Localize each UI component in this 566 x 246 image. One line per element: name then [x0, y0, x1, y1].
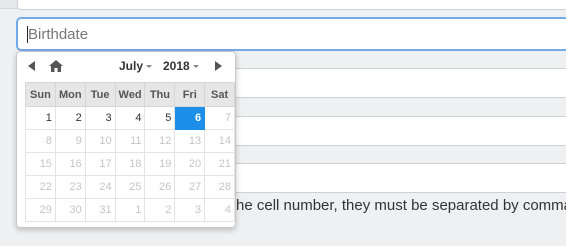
calendar-day[interactable]: 9 — [54, 129, 86, 153]
calendar-day[interactable]: 27 — [174, 175, 206, 199]
datepicker-popup: July 2018 Sun Mon Tue Wed Thu Fri Sat 12… — [16, 51, 236, 228]
calendar-day[interactable]: 19 — [144, 152, 176, 176]
calendar-day[interactable]: 4 — [204, 198, 235, 222]
chevron-down-icon — [146, 64, 153, 68]
month-select[interactable]: July — [119, 59, 153, 73]
birthdate-input[interactable] — [16, 17, 566, 51]
calendar-week-row: 22 23 24 25 26 27 28 — [25, 175, 235, 199]
calendar-day[interactable]: 1 — [25, 106, 56, 130]
arrow-right-icon[interactable] — [215, 61, 222, 71]
calendar-day[interactable]: 4 — [114, 106, 146, 130]
calendar-day[interactable]: 1 — [114, 198, 146, 222]
calendar-day[interactable]: 22 — [25, 175, 56, 199]
calendar-day[interactable]: 3 — [84, 106, 116, 130]
datepicker-header: July 2018 — [17, 52, 235, 80]
calendar-day[interactable]: 29 — [25, 198, 56, 222]
year-select[interactable]: 2018 — [163, 59, 199, 73]
previous-field[interactable] — [17, 0, 566, 10]
calendar-day[interactable]: 14 — [204, 129, 235, 153]
weekday-header: Tue — [84, 82, 116, 107]
calendar-day[interactable]: 11 — [114, 129, 146, 153]
calendar-day[interactable]: 12 — [144, 129, 176, 153]
calendar-day[interactable]: 2 — [54, 106, 86, 130]
calendar-day[interactable]: 5 — [144, 106, 176, 130]
calendar-day-today[interactable]: 6 — [174, 106, 206, 130]
calendar-day[interactable]: 26 — [144, 175, 176, 199]
calendar-day[interactable]: 16 — [54, 152, 86, 176]
calendar-day[interactable]: 31 — [84, 198, 116, 222]
calendar-grid: Sun Mon Tue Wed Thu Fri Sat 1 2 3 4 5 6 7 8 9 10 1… — [25, 82, 235, 222]
arrow-left-icon[interactable] — [28, 61, 35, 71]
text-cursor — [27, 26, 28, 43]
calendar-day[interactable]: 13 — [174, 129, 206, 153]
calendar-day[interactable]: 24 — [84, 175, 116, 199]
calendar-day[interactable]: 8 — [25, 129, 56, 153]
calendar-week-row: 8 9 10 11 12 13 14 — [25, 129, 235, 153]
month-label: July — [119, 59, 144, 73]
calendar-day[interactable]: 17 — [84, 152, 116, 176]
weekday-header: Sun — [25, 82, 56, 107]
calendar-day[interactable]: 3 — [174, 198, 206, 222]
calendar-day[interactable]: 15 — [25, 152, 56, 176]
year-label: 2018 — [163, 59, 190, 73]
weekday-header: Thu — [144, 82, 176, 107]
calendar-day[interactable]: 7 — [204, 106, 235, 130]
weekday-header: Fri — [174, 82, 206, 107]
calendar-week-row: 15 16 17 18 19 20 21 — [25, 152, 235, 176]
calendar-day[interactable]: 25 — [114, 175, 146, 199]
calendar-day[interactable]: 20 — [174, 152, 206, 176]
weekday-header: Mon — [54, 82, 86, 107]
calendar-day[interactable]: 21 — [204, 152, 235, 176]
calendar-week-row: 1234567 — [25, 106, 235, 130]
calendar-day[interactable]: 28 — [204, 175, 235, 199]
calendar-day[interactable]: 10 — [84, 129, 116, 153]
calendar-day[interactable]: 2 — [144, 198, 176, 222]
field-help-text: he cell number, they must be separated b… — [236, 197, 566, 214]
weekday-header: Wed — [114, 82, 146, 107]
calendar-day[interactable]: 23 — [54, 175, 86, 199]
calendar-day[interactable]: 18 — [114, 152, 146, 176]
weekday-header: Sat — [204, 82, 235, 107]
chevron-down-icon — [192, 64, 199, 68]
home-icon[interactable] — [49, 60, 63, 72]
calendar-week-row: 29 30 31 1 2 3 4 — [25, 198, 235, 222]
calendar-day[interactable]: 30 — [54, 198, 86, 222]
